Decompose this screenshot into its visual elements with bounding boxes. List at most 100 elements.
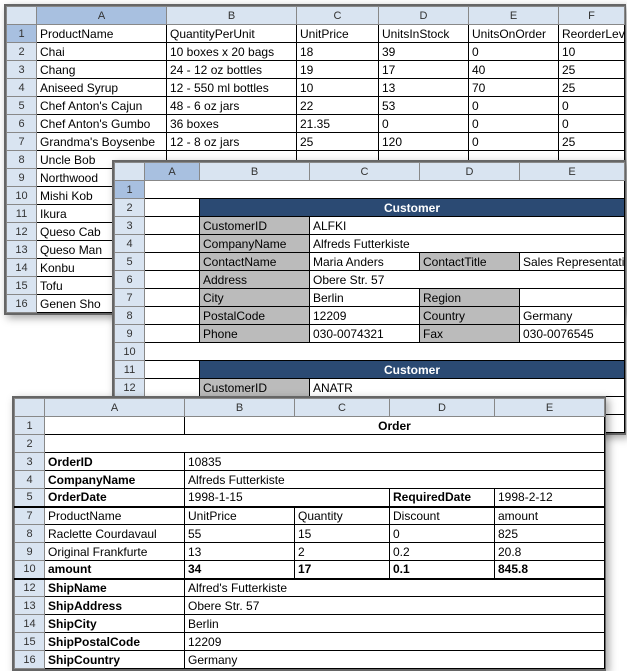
cell[interactable]: 0.1 <box>390 561 495 579</box>
cell[interactable] <box>145 325 200 343</box>
cell[interactable]: 0 <box>469 115 559 133</box>
cell[interactable]: 120 <box>379 133 469 151</box>
cell[interactable]: 19 <box>297 61 379 79</box>
row-num[interactable]: 6 <box>115 271 145 289</box>
cell[interactable]: 0 <box>469 43 559 61</box>
cell[interactable]: Alfred's Futterkiste <box>185 579 605 597</box>
cell[interactable] <box>145 289 200 307</box>
row-num[interactable]: 15 <box>7 277 37 295</box>
order-table[interactable]: A B C D E 1Order 2 3OrderID10835 4Compan… <box>14 398 605 669</box>
col-D[interactable]: D <box>379 7 469 25</box>
row-num[interactable]: 8 <box>15 525 45 543</box>
col-header-row[interactable]: A B C D E F <box>7 7 625 25</box>
cell[interactable]: 18 <box>297 43 379 61</box>
cell[interactable]: 030-0076545 <box>520 325 625 343</box>
cell[interactable]: 12209 <box>185 633 605 651</box>
cell[interactable]: 10835 <box>185 453 605 471</box>
corner[interactable] <box>7 7 37 25</box>
col-header-row[interactable]: A B C D E <box>15 399 605 417</box>
cell[interactable]: ANATR <box>310 379 625 397</box>
cell[interactable]: 1998-1-15 <box>185 489 390 507</box>
col-B[interactable]: B <box>200 163 310 181</box>
row-num[interactable]: 3 <box>15 453 45 471</box>
cell[interactable] <box>145 379 200 397</box>
cell[interactable]: 10 <box>559 43 625 61</box>
cell[interactable]: 53 <box>379 97 469 115</box>
row-num[interactable]: 3 <box>7 61 37 79</box>
row-num[interactable]: 13 <box>7 241 37 259</box>
cell[interactable]: ProductName <box>37 25 167 43</box>
cell[interactable]: Chang <box>37 61 167 79</box>
cell[interactable]: 21.35 <box>297 115 379 133</box>
row-num[interactable]: 14 <box>15 615 45 633</box>
table-row[interactable]: 5Chef Anton's Cajun48 - 6 oz jars225300 <box>7 97 625 115</box>
cell[interactable]: UnitPrice <box>297 25 379 43</box>
col-E[interactable]: E <box>469 7 559 25</box>
table-row[interactable]: 3Chang24 - 12 oz bottles19174025 <box>7 61 625 79</box>
row-num[interactable]: 2 <box>15 435 45 453</box>
cell[interactable]: 10 boxes x 20 bags <box>167 43 297 61</box>
cell[interactable]: 20.8 <box>495 543 605 561</box>
cell[interactable]: 825 <box>495 525 605 543</box>
cell[interactable]: Germany <box>520 307 625 325</box>
cell[interactable]: 0 <box>390 525 495 543</box>
cell[interactable] <box>145 235 200 253</box>
cell[interactable]: QuantityPerUnit <box>167 25 297 43</box>
cell[interactable] <box>145 343 625 361</box>
row-num[interactable]: 6 <box>7 115 37 133</box>
col-E[interactable]: E <box>495 399 605 417</box>
table-row[interactable]: 2Chai10 boxes x 20 bags1839010 <box>7 43 625 61</box>
table-row[interactable]: 4Aniseed Syrup12 - 550 ml bottles1013702… <box>7 79 625 97</box>
row-num[interactable]: 7 <box>115 289 145 307</box>
row-num[interactable]: 1 <box>15 417 45 435</box>
col-A[interactable]: A <box>37 7 167 25</box>
cell[interactable]: 25 <box>559 61 625 79</box>
row-num[interactable]: 7 <box>7 133 37 151</box>
cell[interactable]: 12 - 8 oz jars <box>167 133 297 151</box>
corner[interactable] <box>115 163 145 181</box>
cell[interactable]: ALFKI <box>310 217 625 235</box>
row-num[interactable]: 5 <box>15 489 45 507</box>
row-num[interactable]: 9 <box>7 169 37 187</box>
header-row[interactable]: 1 ProductName QuantityPerUnit UnitPrice … <box>7 25 625 43</box>
customer-table[interactable]: A B C D E 1 2Customer 3CustomerIDALFKI 4… <box>114 162 625 433</box>
corner[interactable] <box>15 399 45 417</box>
row-num[interactable]: 3 <box>115 217 145 235</box>
col-header-row[interactable]: A B C D E <box>115 163 625 181</box>
cell[interactable] <box>145 307 200 325</box>
row-num[interactable]: 15 <box>15 633 45 651</box>
cell[interactable] <box>145 271 200 289</box>
row-num[interactable]: 14 <box>7 259 37 277</box>
cell[interactable]: 0.2 <box>390 543 495 561</box>
cell[interactable]: 845.8 <box>495 561 605 579</box>
cell[interactable]: ReorderLev <box>559 25 625 43</box>
row-num[interactable]: 8 <box>7 151 37 169</box>
row-num[interactable]: 4 <box>15 471 45 489</box>
col-B[interactable]: B <box>185 399 295 417</box>
row-num[interactable]: 10 <box>15 561 45 579</box>
cell[interactable]: 17 <box>379 61 469 79</box>
cell[interactable]: Chef Anton's Cajun <box>37 97 167 115</box>
cell[interactable]: Raclette Courdavaul <box>45 525 185 543</box>
col-A[interactable]: A <box>145 163 200 181</box>
cell[interactable]: Obere Str. 57 <box>310 271 625 289</box>
cell[interactable]: 24 - 12 oz bottles <box>167 61 297 79</box>
row-num[interactable]: 13 <box>15 597 45 615</box>
cell[interactable]: 25 <box>297 133 379 151</box>
table-row[interactable]: 6Chef Anton's Gumbo36 boxes21.35000 <box>7 115 625 133</box>
cell[interactable]: 25 <box>559 79 625 97</box>
cell[interactable]: 12209 <box>310 307 420 325</box>
cell[interactable]: 39 <box>379 43 469 61</box>
row-num[interactable]: 12 <box>7 223 37 241</box>
cell[interactable]: UnitsInStock <box>379 25 469 43</box>
cell[interactable]: 0 <box>469 97 559 115</box>
cell[interactable]: Obere Str. 57 <box>185 597 605 615</box>
col-D[interactable]: D <box>390 399 495 417</box>
cell[interactable]: 030-0074321 <box>310 325 420 343</box>
cell[interactable]: 17 <box>295 561 390 579</box>
cell[interactable]: Grandma's Boysenbe <box>37 133 167 151</box>
row-num[interactable]: 2 <box>7 43 37 61</box>
cell[interactable]: 48 - 6 oz jars <box>167 97 297 115</box>
row-1[interactable]: 1 <box>7 25 37 43</box>
row-num[interactable]: 5 <box>115 253 145 271</box>
